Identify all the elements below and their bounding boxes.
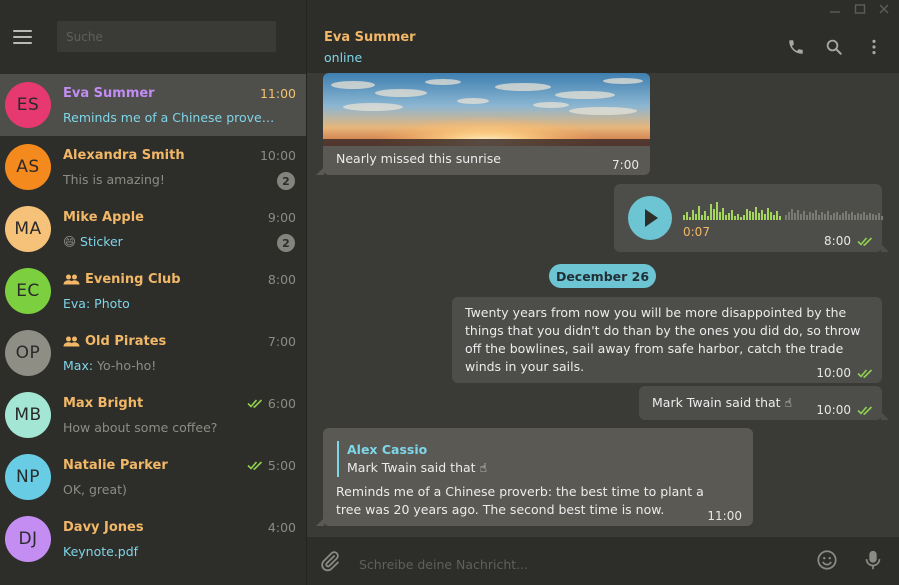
message-time: 10:00	[816, 401, 874, 419]
avatar: ES	[5, 82, 51, 128]
message-composer	[307, 537, 899, 585]
group-icon	[63, 336, 80, 347]
chat-time: 5:00	[247, 458, 296, 473]
photo-caption: Nearly missed this sunrise	[336, 151, 501, 166]
reply-preview[interactable]: Alex Cassio Mark Twain said that ☝	[337, 441, 487, 477]
unread-badge: 2	[277, 172, 295, 190]
chat-list-item-old-pirates[interactable]: OP Old Pirates 7:00 Max: Yo-ho-ho!	[0, 322, 306, 384]
unread-badge: 2	[277, 234, 295, 252]
chat-list-item-alexandra-smith[interactable]: AS Alexandra Smith 10:00 This is amazing…	[0, 136, 306, 198]
search-icon[interactable]	[825, 38, 843, 56]
chat-name: Max Bright	[63, 396, 144, 411]
chat-preview: Reminds me of a Chinese proverb: the bes…	[63, 110, 275, 125]
message-text: Reminds me of a Chinese proverb: the bes…	[336, 484, 704, 517]
chat-preview: How about some coffee?	[63, 420, 218, 435]
chat-time: 6:00	[247, 396, 296, 411]
avatar: NP	[5, 454, 51, 500]
chat-name: Mike Apple	[63, 210, 144, 225]
photo-message[interactable]: Nearly missed this sunrise 7:00	[316, 73, 650, 175]
avatar: EC	[5, 268, 51, 314]
chat-list-item-eva-summer[interactable]: ES Eva Summer 11:00 Reminds me of a Chin…	[0, 74, 306, 136]
app-window: ES Eva Summer 11:00 Reminds me of a Chin…	[0, 0, 899, 585]
avatar: MB	[5, 392, 51, 438]
twain-message[interactable]: Mark Twain said that ☝ 10:00	[639, 386, 889, 420]
chat-time: 8:00	[267, 272, 296, 287]
double-check-icon	[247, 399, 262, 408]
message-text: Mark Twain said that ☝	[652, 395, 793, 410]
conversation-pane: Eva Summer online Nearly missed this sun…	[307, 0, 899, 585]
chat-name: Natalie Parker	[63, 458, 168, 473]
chat-time: 4:00	[267, 520, 296, 535]
chat-name: Eva Summer	[63, 86, 155, 101]
microphone-icon[interactable]	[863, 549, 883, 571]
chat-name: Davy Jones	[63, 520, 144, 535]
conversation-header: Eva Summer online	[307, 0, 899, 73]
reply-quoted-text: Mark Twain said that ☝	[347, 460, 488, 475]
chat-time: 11:00	[259, 86, 296, 101]
chat-list-item-mike-apple[interactable]: MA Mike Apple 9:00 😄 Sticker 2	[0, 198, 306, 260]
chat-preview: Eva: Photo	[63, 296, 130, 311]
sunrise-photo[interactable]	[323, 73, 650, 146]
voice-message[interactable]: 0:07 8:00	[614, 184, 889, 252]
chat-preview: Max: Yo-ho-ho!	[63, 358, 157, 373]
voice-waveform[interactable]	[683, 198, 883, 220]
chat-list-item-davy-jones[interactable]: DJ Davy Jones 4:00 Keynote.pdf	[0, 508, 306, 570]
quote-message[interactable]: Twenty years from now you will be more d…	[452, 297, 882, 383]
chat-name: Alexandra Smith	[63, 148, 185, 163]
peer-name[interactable]: Eva Summer	[324, 30, 416, 45]
search-input[interactable]	[57, 21, 276, 52]
chat-list-item-natalie-parker[interactable]: NP Natalie Parker 5:00 OK, great)	[0, 446, 306, 508]
chat-preview: This is amazing!	[63, 172, 165, 187]
avatar: OP	[5, 330, 51, 376]
chat-name: Old Pirates	[63, 334, 166, 349]
message-time: 11:00	[707, 509, 742, 523]
phone-icon[interactable]	[787, 38, 805, 56]
chat-time: 7:00	[267, 334, 296, 349]
avatar: DJ	[5, 516, 51, 562]
message-time: 10:00	[816, 364, 874, 382]
message-input[interactable]	[359, 553, 799, 575]
chat-name: Evening Club	[63, 272, 181, 287]
chat-time: 10:00	[259, 148, 296, 163]
message-list[interactable]: Nearly missed this sunrise 7:00 0:07 8:0…	[307, 73, 899, 537]
chat-list-sidebar: ES Eva Summer 11:00 Reminds me of a Chin…	[0, 0, 307, 585]
emoji-icon[interactable]	[816, 549, 838, 571]
double-check-icon	[857, 368, 873, 378]
chat-list-item-max-bright[interactable]: MB Max Bright 6:00 How about some coffee…	[0, 384, 306, 446]
play-icon	[645, 209, 658, 227]
more-vertical-icon[interactable]	[865, 38, 883, 56]
chat-preview: Keynote.pdf	[63, 544, 139, 559]
play-button[interactable]	[628, 196, 672, 240]
message-time: 8:00	[824, 232, 874, 250]
sticker-emoji-icon: 😄	[63, 234, 77, 249]
sidebar-header	[0, 0, 306, 73]
avatar: AS	[5, 144, 51, 190]
peer-status: online	[324, 50, 363, 65]
close-icon[interactable]	[878, 3, 890, 15]
chat-preview: 😄 Sticker	[63, 234, 123, 249]
message-time: 7:00	[612, 158, 639, 172]
voice-duration: 0:07	[683, 225, 710, 239]
message-text: Twenty years from now you will be more d…	[465, 305, 861, 374]
chat-time: 9:00	[267, 210, 296, 225]
double-check-icon	[857, 236, 873, 246]
minimize-icon[interactable]	[829, 3, 841, 15]
double-check-icon	[857, 405, 873, 415]
chat-preview: OK, great)	[63, 482, 127, 497]
reply-message[interactable]: Alex Cassio Mark Twain said that ☝ Remin…	[316, 428, 753, 526]
double-check-icon	[247, 461, 262, 470]
maximize-icon[interactable]	[854, 3, 866, 15]
date-separator: December 26	[549, 264, 656, 288]
group-icon	[63, 274, 80, 285]
chat-list-item-evening-club[interactable]: EC Evening Club 8:00 Eva: Photo	[0, 260, 306, 322]
attach-icon[interactable]	[319, 550, 341, 572]
reply-author: Alex Cassio	[347, 442, 428, 457]
hamburger-menu-icon[interactable]	[13, 29, 32, 44]
avatar: MA	[5, 206, 51, 252]
